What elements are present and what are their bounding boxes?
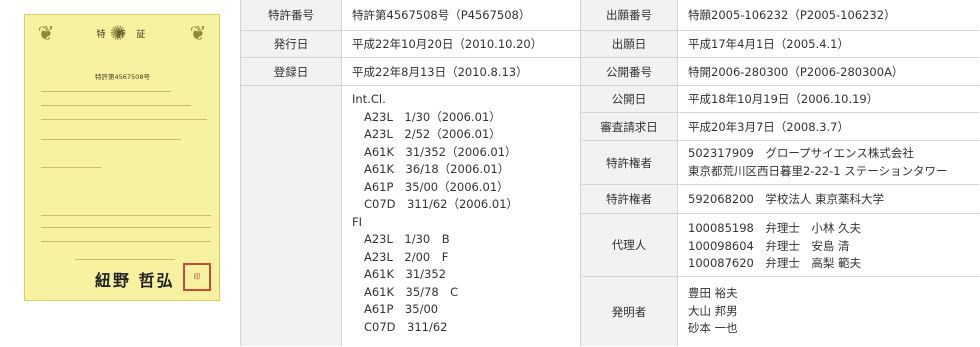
label-patent-number: 特許番号 (241, 0, 342, 31)
agent-line: 100085198 弁理士 小林 久夫 (688, 221, 862, 235)
holder-line: 502317909 グロープサイエンス株式会社 (688, 146, 914, 160)
fi-item: C07D 311/62 (364, 319, 448, 334)
label-registration-date: 登録日 (241, 58, 342, 86)
value-issue-date: 平成22年10月20日（2010.10.20） (342, 31, 581, 58)
divider (41, 91, 171, 92)
intcl-item: A61P 35/00（2006.01） (364, 179, 509, 194)
label-patent-holder-2: 特許権者 (581, 185, 678, 214)
value-application-number: 特願2005-106232（P2005-106232） (678, 0, 979, 31)
label-classification-empty (241, 86, 342, 346)
label-agent: 代理人 (581, 214, 678, 277)
intcl-item: A61K 36/18（2006.01） (364, 162, 510, 176)
fi-item: A61P 35/00 (364, 302, 439, 316)
signature-image: 紐野 哲弘 (95, 271, 175, 290)
value-application-date: 平成17年4月1日（2005.4.1） (678, 31, 979, 58)
fi-heading: FI (352, 214, 363, 229)
fi-item: A23L 2/00 F (364, 249, 449, 264)
label-inventor: 発明者 (581, 277, 678, 346)
label-examination-request-date: 審査請求日 (581, 113, 678, 141)
label-patent-holder: 特許権者 (581, 141, 678, 185)
intcl-item: A61K 31/352（2006.01） (364, 144, 517, 159)
inventor-line: 豊田 裕夫 (688, 286, 738, 300)
certificate-number: 特許第4567508号 (95, 73, 150, 81)
divider (41, 139, 181, 140)
official-seal-icon: 印 (183, 263, 211, 291)
label-publication-number: 公開番号 (581, 58, 678, 86)
value-patent-holder-2: 592068200 学校法人 東京薬科大学 (678, 185, 979, 214)
intcl-item: C07D 311/62（2006.01） (364, 197, 519, 211)
label-publication-date: 公開日 (581, 86, 678, 113)
label-application-date: 出願日 (581, 31, 678, 58)
intcl-item: A23L 2/52（2006.01） (364, 127, 501, 141)
label-application-number: 出願番号 (581, 0, 678, 31)
fi-item: A61K 35/78 C (364, 284, 459, 299)
fi-item: A61K 31/352 (364, 267, 446, 281)
value-patent-holder: 502317909 グロープサイエンス株式会社 東京都荒川区西日暮里2-22-1… (678, 141, 979, 185)
patent-certificate-image[interactable]: ❦ ✺ ❦ 特 許 証 特許第4567508号 紐野 哲弘 印 (24, 14, 220, 301)
divider (41, 167, 101, 168)
value-publication-date: 平成18年10月19日（2006.10.19） (678, 86, 979, 113)
fi-item: A23L 1/30 B (364, 232, 450, 246)
value-registration-date: 平成22年8月13日（2010.8.13） (342, 58, 581, 86)
patent-info-table: ❦ ✺ ❦ 特 許 証 特許第4567508号 紐野 哲弘 印 特許番号 特許第… (0, 0, 980, 347)
inventor-line: 砂本 一也 (688, 321, 738, 335)
value-agents: 100085198 弁理士 小林 久夫 100098604 弁理士 安島 清 1… (678, 214, 979, 277)
value-examination-request-date: 平成20年3月7日（2008.3.7） (678, 113, 979, 141)
inventor-line: 大山 邦男 (688, 303, 738, 318)
value-inventors: 豊田 裕夫 大山 邦男 砂本 一也 (678, 277, 979, 346)
divider (41, 119, 207, 120)
certificate-title: 特 許 証 (96, 30, 150, 40)
holder-line: 東京都荒川区西日暮里2-22-1 ステーションタワー (688, 163, 948, 178)
label-issue-date: 発行日 (241, 31, 342, 58)
divider (41, 105, 191, 106)
intcl-item: A23L 1/30（2006.01） (364, 109, 501, 124)
divider (41, 241, 211, 242)
certificate-cell: ❦ ✺ ❦ 特 許 証 特許第4567508号 紐野 哲弘 印 (0, 0, 241, 346)
agent-line: 100098604 弁理士 安島 清 (688, 238, 850, 253)
agent-line: 100087620 弁理士 高梨 範夫 (688, 256, 862, 270)
divider (41, 227, 211, 228)
value-publication-number: 特開2006-280300（P2006-280300A） (678, 58, 979, 86)
value-patent-number: 特許第4567508号（P4567508） (342, 0, 581, 31)
intcl-heading: Int.Cl. (352, 92, 386, 106)
classification-block: Int.Cl. A23L 1/30（2006.01） A23L 2/52（200… (342, 86, 581, 346)
divider (75, 259, 175, 260)
divider (41, 215, 211, 216)
